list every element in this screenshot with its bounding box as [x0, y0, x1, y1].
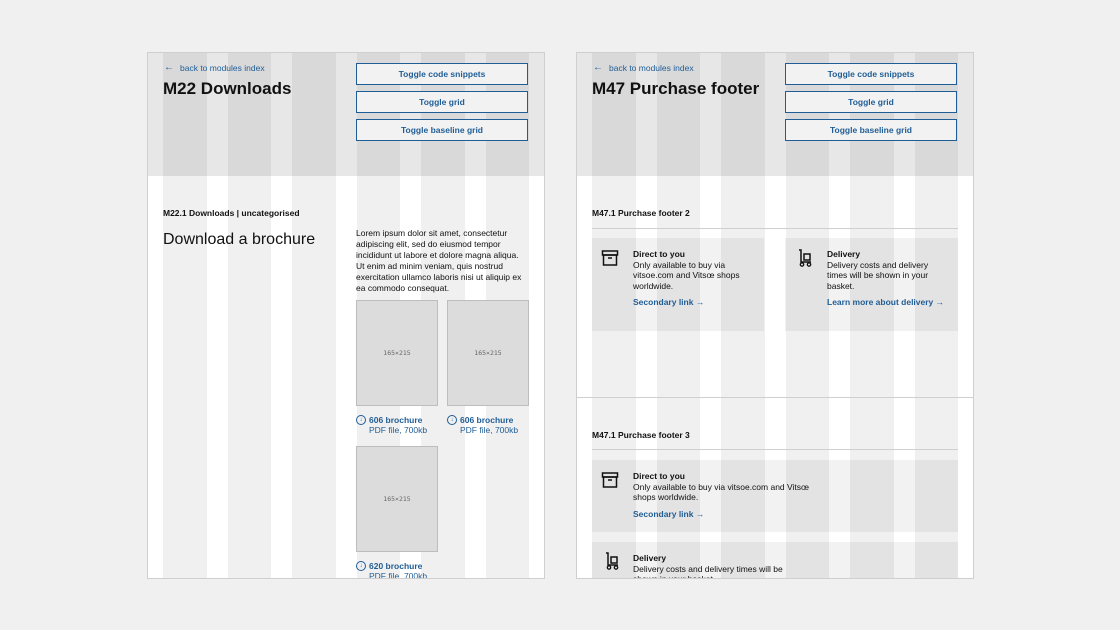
item-title: Direct to you [633, 471, 685, 481]
box-icon [601, 472, 619, 488]
section-divider [577, 397, 973, 398]
back-link-label: back to modules index [609, 63, 694, 73]
page-title: M47 Purchase footer [592, 79, 760, 98]
section-title: M47.1 Purchase footer 2 [592, 208, 690, 218]
download-title: 620 brochure [369, 561, 423, 571]
back-link[interactable]: ← back to modules index [593, 62, 694, 74]
secondary-link[interactable]: Secondary link → [633, 297, 758, 308]
divider [592, 449, 958, 450]
item-text: Delivery costs and delivery times will b… [633, 563, 783, 579]
download-icon: ↓ [447, 415, 457, 425]
download-link[interactable]: ↓ 620 brochure [356, 561, 427, 571]
download-item: ↓ 606 brochure PDF file, 700kb [447, 415, 518, 435]
toggle-code-snippets-button[interactable]: Toggle code snippets [356, 63, 528, 85]
brochure-thumbnail: 165×215 [356, 446, 438, 552]
back-link[interactable]: ← back to modules index [164, 62, 265, 74]
toggle-grid-button[interactable]: Toggle grid [356, 91, 528, 113]
download-link[interactable]: ↓ 606 brochure [447, 415, 518, 425]
download-item: ↓ 606 brochure PDF file, 700kb [356, 415, 427, 435]
download-icon: ↓ [356, 415, 366, 425]
toggle-code-snippets-button[interactable]: Toggle code snippets [785, 63, 957, 85]
download-meta: PDF file, 700kb [369, 425, 428, 435]
section-title: M22.1 Downloads | uncategorised [163, 208, 300, 218]
brochure-thumbnail: 165×215 [447, 300, 529, 406]
toggle-grid-button[interactable]: Toggle grid [785, 91, 957, 113]
toggle-baseline-grid-button[interactable]: Toggle baseline grid [356, 119, 528, 141]
download-meta: PDF file, 700kb [369, 571, 428, 579]
toggle-baseline-grid-button[interactable]: Toggle baseline grid [785, 119, 957, 141]
download-title: 606 brochure [369, 415, 423, 425]
download-item: ↓ 620 brochure PDF file, 700kb [356, 561, 428, 579]
hand-truck-icon [799, 249, 812, 267]
item-title: Delivery [633, 553, 667, 563]
page-title: M22 Downloads [163, 79, 292, 98]
box-icon [601, 250, 619, 266]
item-title: Direct to you [633, 249, 685, 259]
downloads-panel: ← back to modules index M22 Downloads To… [147, 52, 545, 579]
item-text: Only available to buy via vitsoe.com and… [633, 481, 810, 503]
section-heading: Download a brochure [163, 231, 316, 248]
secondary-link[interactable]: Secondary link → [633, 509, 823, 520]
footer-item-delivery: Delivery Delivery costs and delivery tim… [827, 249, 947, 308]
download-link[interactable]: ↓ 606 brochure [356, 415, 427, 425]
arrow-left-icon: ← [593, 62, 603, 73]
body-text: Lorem ipsum dolor sit amet, consectetur … [356, 228, 522, 293]
item-text: Only available to buy via vitsoe.com and… [633, 259, 740, 291]
learn-more-link[interactable]: Learn more about delivery → [827, 297, 947, 308]
download-title: 606 brochure [460, 415, 514, 425]
divider [592, 228, 958, 229]
hand-truck-icon [606, 552, 619, 570]
footer-item-delivery: Delivery Delivery costs and delivery tim… [633, 553, 803, 579]
brochure-thumbnail: 165×215 [356, 300, 438, 406]
purchase-footer-panel: ← back to modules index M47 Purchase foo… [576, 52, 974, 579]
item-title: Delivery [827, 249, 861, 259]
arrow-left-icon: ← [164, 62, 174, 73]
item-text: Delivery costs and delivery times will b… [827, 259, 929, 291]
download-meta: PDF file, 700kb [460, 425, 519, 435]
footer-item-direct: Direct to you Only available to buy via … [633, 471, 823, 519]
back-link-label: back to modules index [180, 63, 265, 73]
section-title: M47.1 Purchase footer 3 [592, 430, 690, 440]
footer-item-direct: Direct to you Only available to buy via … [633, 249, 758, 308]
download-icon: ↓ [356, 561, 366, 571]
